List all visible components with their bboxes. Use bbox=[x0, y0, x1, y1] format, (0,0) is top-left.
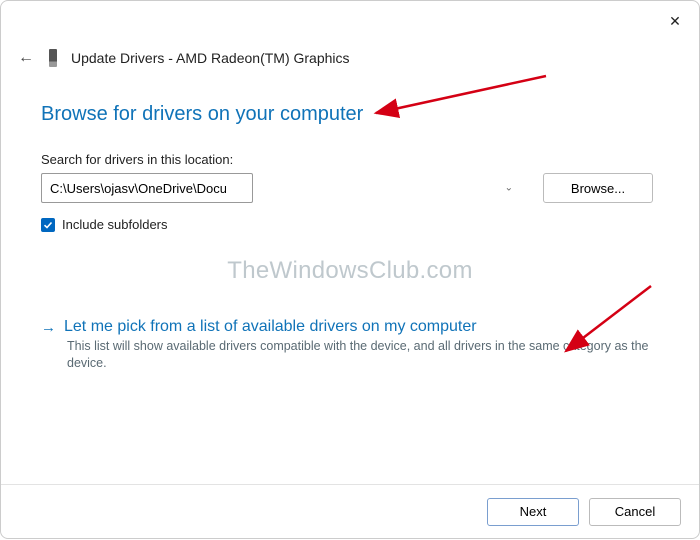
include-subfolders-row: Include subfolders bbox=[41, 217, 659, 232]
titlebar: ✕ bbox=[1, 1, 699, 43]
close-button[interactable]: ✕ bbox=[663, 9, 687, 33]
back-button[interactable]: ← bbox=[17, 49, 35, 67]
browse-button[interactable]: Browse... bbox=[543, 173, 653, 203]
pick-from-list-title-row: → Let me pick from a list of available dr… bbox=[41, 318, 659, 336]
cancel-button[interactable]: Cancel bbox=[589, 498, 681, 526]
close-icon: ✕ bbox=[669, 13, 681, 30]
search-path-input[interactable] bbox=[41, 173, 253, 203]
device-icon bbox=[49, 49, 57, 67]
chevron-down-icon: ⌄ bbox=[505, 183, 513, 194]
pick-from-list-option[interactable]: → Let me pick from a list of available dr… bbox=[41, 318, 659, 372]
next-button[interactable]: Next bbox=[487, 498, 579, 526]
back-arrow-icon: ← bbox=[18, 49, 34, 66]
path-input-wrap: ⌄ bbox=[41, 173, 521, 203]
checkmark-icon bbox=[43, 220, 53, 230]
pick-from-list-description: This list will show available drivers co… bbox=[67, 338, 657, 372]
search-location-label: Search for drivers in this location: bbox=[41, 152, 659, 167]
header-row: ← Update Drivers - AMD Radeon(TM) Graphi… bbox=[1, 49, 699, 67]
include-subfolders-label[interactable]: Include subfolders bbox=[62, 217, 168, 232]
arrow-right-icon: → bbox=[41, 319, 56, 336]
content-area: Browse for drivers on your computer Sear… bbox=[1, 67, 699, 484]
include-subfolders-checkbox[interactable] bbox=[41, 218, 55, 232]
path-row: ⌄ Browse... bbox=[41, 173, 659, 203]
update-drivers-dialog: ✕ ← Update Drivers - AMD Radeon(TM) Grap… bbox=[0, 0, 700, 539]
dialog-title: Update Drivers - AMD Radeon(TM) Graphics bbox=[71, 50, 350, 66]
dialog-footer: Next Cancel bbox=[1, 484, 699, 538]
pick-from-list-title: Let me pick from a list of available dri… bbox=[64, 318, 477, 335]
page-heading: Browse for drivers on your computer bbox=[41, 103, 659, 126]
